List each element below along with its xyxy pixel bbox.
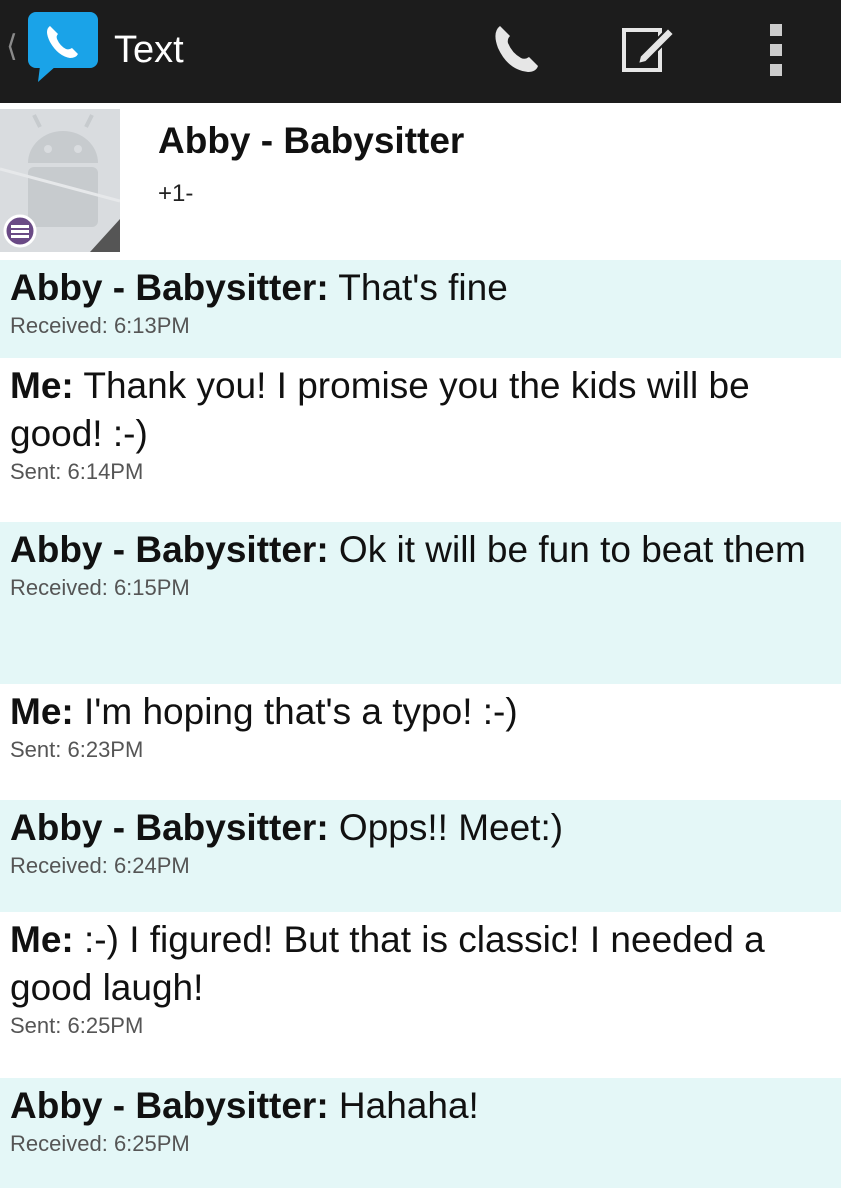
message-timestamp: Received: 6:13PM [10,313,190,338]
app-logo[interactable] [26,10,102,87]
message-body: Abby - Babysitter: Ok it will be fun to … [10,526,831,574]
contact-header: Abby - Babysitter +1- [0,103,841,260]
chat-bubble-phone-icon [28,12,98,82]
contact-name: Abby - Babysitter [158,120,465,161]
message-text: I'm hoping that's a typo! :-) [73,691,518,732]
message-body: Abby - Babysitter: Hahaha! [10,1082,831,1130]
avatar[interactable] [0,109,121,252]
message-sender: Me: [10,691,74,732]
overflow-menu-button[interactable] [762,22,792,83]
android-avatar-icon [0,109,121,252]
message-text: Ok it will be fun to beat them [328,529,806,570]
compose-button[interactable] [618,22,678,81]
sent-message[interactable]: Me: :-) I figured! But that is classic! … [0,912,841,1078]
received-message[interactable]: Abby - Babysitter: Ok it will be fun to … [0,522,841,684]
message-timestamp: Received: 6:25PM [10,1131,190,1156]
message-body: Me: :-) I figured! But that is classic! … [10,916,831,1012]
message-body: Me: I'm hoping that's a typo! :-) [10,688,831,736]
message-text: Hahaha! [328,1085,479,1126]
message-body: Me: Thank you! I promise you the kids wi… [10,362,831,458]
message-sender: Abby - Babysitter: [10,807,329,848]
message-text: That's fine [328,267,508,308]
contact-number: +1- [158,180,194,207]
message-timestamp: Sent: 6:25PM [10,1013,144,1038]
message-thread: Abby - Babysitter: That's fine Received: … [0,260,841,1188]
message-body: Abby - Babysitter: That's fine [10,264,831,312]
message-sender: Abby - Babysitter: [10,1085,329,1126]
sent-message[interactable]: Me: I'm hoping that's a typo! :-) Sent: 6… [0,684,841,800]
message-sender: Abby - Babysitter: [10,529,329,570]
message-timestamp: Received: 6:24PM [10,853,190,878]
action-bar: ⟨ Text [0,0,841,103]
received-message[interactable]: Abby - Babysitter: Opps!! Meet:) Received… [0,800,841,912]
chevron-left-icon[interactable]: ⟨ [6,30,18,64]
message-text: Opps!! Meet:) [328,807,564,848]
message-timestamp: Received: 6:15PM [10,575,190,600]
message-sender: Me: [10,919,74,960]
message-text: :-) I figured! But that is classic! I ne… [10,919,765,1008]
received-message[interactable]: Abby - Babysitter: That's fine Received: … [0,260,841,358]
message-timestamp: Sent: 6:14PM [10,459,144,484]
phone-icon [495,26,538,72]
message-body: Abby - Babysitter: Opps!! Meet:) [10,804,831,852]
message-sender: Abby - Babysitter: [10,267,329,308]
received-message[interactable]: Abby - Babysitter: Hahaha! Received: 6:25… [0,1078,841,1188]
app-title: Text [114,29,184,71]
message-text: Thank you! I promise you the kids will b… [10,365,750,454]
overflow-menu-icon [770,24,782,76]
message-sender: Me: [10,365,74,406]
call-button[interactable] [488,20,544,81]
message-badge-icon [3,214,37,248]
message-timestamp: Sent: 6:23PM [10,737,144,762]
sent-message[interactable]: Me: Thank you! I promise you the kids wi… [0,358,841,522]
compose-icon [622,26,676,72]
